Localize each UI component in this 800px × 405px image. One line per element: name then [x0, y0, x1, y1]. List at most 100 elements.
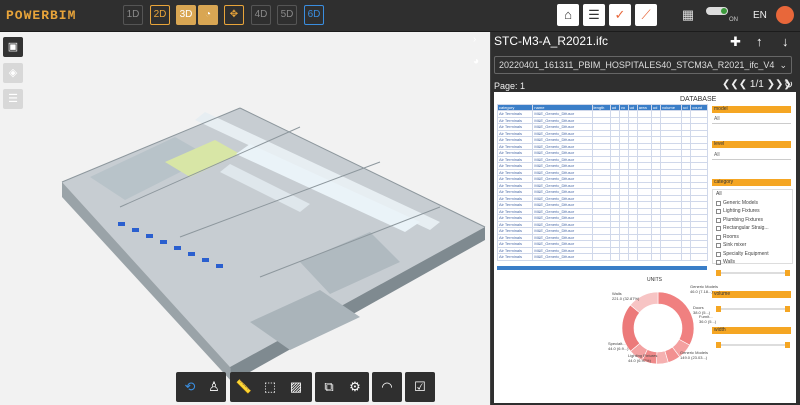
- settings-gear-icon[interactable]: ⚙: [343, 375, 367, 399]
- measure-ruler-icon[interactable]: 📏: [232, 375, 256, 399]
- value-cell: [660, 253, 683, 261]
- rainbow-toolbar: ◠: [372, 372, 402, 402]
- hierarchy-icon[interactable]: ⧉: [317, 375, 341, 399]
- refresh-icon[interactable]: ↻: [784, 78, 793, 91]
- layers-icon[interactable]: ◈: [3, 63, 23, 83]
- trend-chart-icon[interactable]: ⟋: [635, 4, 657, 26]
- category-option[interactable]: Sink mixer: [713, 241, 792, 250]
- category-option[interactable]: Walls: [713, 258, 792, 267]
- home-icon[interactable]: ⌂: [557, 4, 579, 26]
- structure-toolbar: ⧉ ⚙: [315, 372, 369, 402]
- tools-toolbar: 📏 ⬚ ▨: [230, 372, 312, 402]
- arrow-up-icon[interactable]: ↑: [756, 34, 763, 49]
- name-cell: M&E_Generic_Difusor: [532, 253, 593, 261]
- toggle-label: ON: [729, 17, 738, 23]
- value-cell: [627, 253, 638, 261]
- units-chart-title: UNITS: [647, 277, 662, 283]
- category-option[interactable]: Rectangular Straig...: [713, 224, 792, 233]
- level-filter-label: level: [712, 141, 791, 148]
- menu-list-icon[interactable]: ☰: [583, 4, 605, 26]
- category-option[interactable]: Generic Models: [713, 199, 792, 208]
- database-table: category name length ud vo ud area ud volume ud co…: [496, 104, 708, 261]
- cube-view-icon[interactable]: ▣: [3, 37, 23, 57]
- donut-slice-label: Lighting Fixtures 44.0 (6.97%): [628, 353, 658, 363]
- volume-slider[interactable]: [716, 306, 790, 312]
- category-filter-label: category: [712, 179, 791, 186]
- value-cell: [681, 253, 692, 261]
- arrow-down-icon[interactable]: ↓: [782, 34, 789, 49]
- file-select[interactable]: 20220401_161311_PBIM_HOSPITALES40_STCM3A…: [494, 56, 792, 74]
- checkbox-icon[interactable]: [716, 260, 721, 265]
- checkbox-icon[interactable]: [716, 251, 721, 257]
- dim-6d-button[interactable]: 6D: [304, 5, 324, 25]
- width-filter-label: width: [712, 327, 791, 334]
- user-avatar[interactable]: [776, 6, 794, 24]
- category-cell: Air Terminals: [496, 253, 534, 261]
- table-row[interactable]: Air Terminals M&E_Generic_Difusor: [496, 253, 708, 261]
- value-cell: [618, 253, 629, 261]
- category-option[interactable]: Lighting Fixtures: [713, 207, 792, 216]
- orbit-icon[interactable]: ⟲: [178, 375, 202, 399]
- category-option[interactable]: Specialty Equipment: [713, 250, 792, 259]
- checkbox-icon[interactable]: [716, 209, 721, 214]
- checkbox-icon[interactable]: [716, 243, 721, 248]
- pie-view-icon[interactable]: ◔: [198, 5, 218, 25]
- donut-slice[interactable]: [657, 291, 695, 346]
- model-filter-select[interactable]: All: [712, 114, 791, 124]
- language-selector[interactable]: EN: [753, 10, 767, 21]
- category-option[interactable]: Plumbing Fixtures: [713, 216, 792, 225]
- prev-page-icon[interactable]: ❮❮❮: [722, 79, 750, 90]
- category-option-label: Walls: [723, 259, 736, 265]
- category-slider[interactable]: [716, 270, 790, 276]
- move-icon[interactable]: ✥: [224, 5, 244, 25]
- category-option[interactable]: Rooms: [713, 233, 792, 242]
- category-option-label: Generic Models: [723, 199, 759, 206]
- donut-slice-label: Generic Models 149.0 (23.03...): [680, 350, 709, 360]
- value-cell: [636, 253, 652, 261]
- dim-4d-button[interactable]: 4D: [251, 5, 271, 25]
- collapse-chevron-icon[interactable]: ›: [473, 34, 476, 45]
- donut-slice-label: Generic Models 46.0 (7.18...): [690, 284, 719, 294]
- value-cell: [690, 253, 708, 261]
- level-filter-select[interactable]: All: [712, 150, 791, 160]
- section-box-icon[interactable]: ⬚: [258, 375, 282, 399]
- panel-title: STC-M3-A_R2021.ifc: [494, 34, 609, 48]
- top-bar: POWERBIM 1D 2D 3D ◔ ✥ 4D 5D 6D ⌂ ☰ ✓ ⟋ ▦…: [0, 0, 800, 32]
- toggle-switch[interactable]: [706, 7, 728, 15]
- page-navigation[interactable]: ❮❮❮ 1/1 ❯❯❯: [722, 79, 792, 90]
- 3d-viewer[interactable]: [0, 32, 490, 405]
- chevron-down-icon: ⌄: [779, 60, 787, 70]
- building-icon[interactable]: ▦: [677, 4, 699, 26]
- value-cell: [609, 253, 620, 261]
- building-model: [61, 107, 486, 382]
- width-slider[interactable]: [716, 342, 790, 348]
- category-list[interactable]: All Generic Models Lighting Fixtures Plumb…: [712, 189, 793, 267]
- value-cell: [650, 253, 662, 261]
- cube-explode-icon[interactable]: ▨: [284, 375, 308, 399]
- add-icon[interactable]: ✚: [730, 34, 741, 50]
- donut-slice-label: Walls 221.0 (32.87%): [612, 291, 640, 301]
- dim-3d-button[interactable]: 3D: [176, 5, 196, 25]
- checklist-icon[interactable]: ☑: [408, 375, 432, 399]
- checkbox-icon[interactable]: [716, 217, 721, 223]
- pie-toggle-icon[interactable]: ◕: [473, 56, 479, 67]
- rainbow-icon[interactable]: ◠: [375, 375, 399, 399]
- checkbox-icon[interactable]: [716, 200, 721, 206]
- donut-slice-label: Furnit... 36.0 (5...): [699, 314, 717, 324]
- category-option-label: Plumbing Fixtures: [723, 216, 764, 223]
- app-root: POWERBIM 1D 2D 3D ◔ ✥ 4D 5D 6D ⌂ ☰ ✓ ⟋ ▦…: [0, 0, 800, 405]
- donut-slice-label: Specialt... 44.0 (6.9...): [608, 341, 629, 351]
- dim-2d-button[interactable]: 2D: [150, 5, 170, 25]
- walk-person-icon[interactable]: ♙: [202, 375, 226, 399]
- dim-5d-button[interactable]: 5D: [277, 5, 297, 25]
- dim-1d-button[interactable]: 1D: [123, 5, 143, 25]
- checkbox-icon[interactable]: [716, 234, 721, 240]
- category-all[interactable]: All: [713, 190, 792, 199]
- list-icon[interactable]: ☰: [3, 89, 23, 109]
- page-counter: 1/1: [749, 79, 764, 90]
- checkbox-icon[interactable]: [716, 226, 721, 231]
- category-option-label: Lighting Fixtures: [723, 208, 760, 214]
- navigation-toolbar: ⟲ ♙: [176, 372, 226, 402]
- table-footer-bar: [497, 266, 707, 270]
- check-circle-icon[interactable]: ✓: [609, 4, 631, 26]
